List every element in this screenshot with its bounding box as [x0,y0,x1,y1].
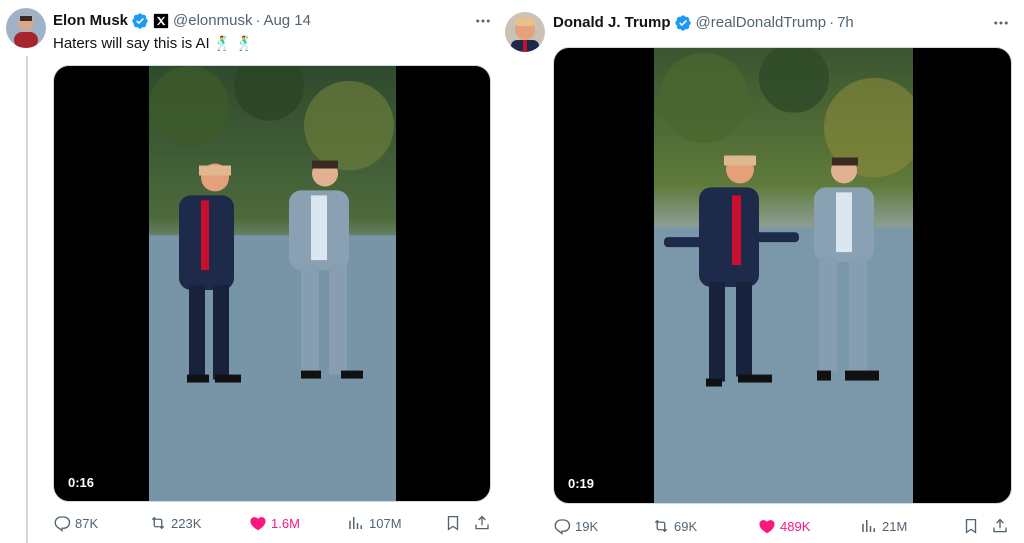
reply-count: 19K [575,518,599,534]
author-name[interactable]: Donald J. Trump [553,13,671,33]
repost-icon [151,516,165,530]
more-options-icon[interactable] [990,12,1012,34]
thread-line [26,56,28,543]
share-icon [475,515,489,530]
heart-filled-icon [759,520,775,534]
tweet-actions: 19K 69K 489K 21M [553,517,1013,537]
bookmark-icon [965,518,977,534]
reply-button[interactable]: 87K [53,514,98,532]
tweet-elon[interactable]: Elon Musk @elonmusk · Aug 14 Haters will… [0,0,500,543]
reply-icon [54,516,71,532]
video-duration: 0:19 [568,476,595,491]
reply-button[interactable]: 19K [553,517,598,535]
separator: · [829,14,835,31]
like-count: 1.6M [271,515,300,531]
tweet-trump[interactable]: Donald J. Trump @realDonaldTrump · 7h 0:… [500,0,1024,543]
reply-count: 87K [75,515,99,531]
views-button[interactable]: 21M [860,517,907,535]
author-name[interactable]: Elon Musk [53,11,128,31]
video-player[interactable]: 0:19 [553,47,1012,504]
like-button[interactable]: 489K [758,517,810,535]
share-button[interactable] [473,514,491,532]
video-duration: 0:16 [68,475,95,490]
repost-button[interactable]: 223K [149,514,201,532]
tweet-header: Elon Musk @elonmusk · Aug 14 [53,11,311,31]
reply-icon [554,519,571,535]
views-icon [349,517,362,529]
views-button[interactable]: 107M [347,514,402,532]
author-handle[interactable]: @elonmusk [173,11,252,31]
like-count: 489K [780,518,811,534]
share-icon [993,518,1007,533]
separator: · [255,12,261,29]
bookmark-icon [447,515,459,531]
share-button[interactable] [991,517,1009,535]
repost-count: 223K [171,515,202,531]
tweet-text: Haters will say this is AI 🕺 🕺 [53,34,253,54]
bookmark-button[interactable] [444,514,462,532]
bookmark-button[interactable] [962,517,980,535]
dancer-emoji: 🕺 🕺 [213,36,254,52]
video-player[interactable]: 0:16 [53,65,491,502]
more-options-icon[interactable] [472,10,494,32]
repost-button[interactable]: 69K [652,517,697,535]
video-frame [654,48,913,503]
avatar[interactable] [6,8,46,48]
views-icon [862,520,875,532]
x-logo-icon [153,13,170,29]
views-count: 21M [882,518,908,534]
views-count: 107M [369,515,402,531]
avatar[interactable] [505,12,545,52]
heart-filled-icon [250,517,266,531]
verified-badge-icon [131,12,149,30]
like-button[interactable]: 1.6M [249,514,300,532]
author-handle[interactable]: @realDonaldTrump [696,13,827,33]
repost-icon [654,519,668,533]
tweet-actions: 87K 223K 1.6M 107M [53,514,493,534]
verified-badge-icon [674,14,692,32]
video-frame [149,66,396,501]
tweet-header: Donald J. Trump @realDonaldTrump · 7h [553,13,854,33]
repost-count: 69K [674,518,698,534]
timestamp[interactable]: 7h [837,13,854,33]
tweet-text-content: Haters will say this is AI [53,35,210,52]
timestamp[interactable]: Aug 14 [263,11,311,31]
